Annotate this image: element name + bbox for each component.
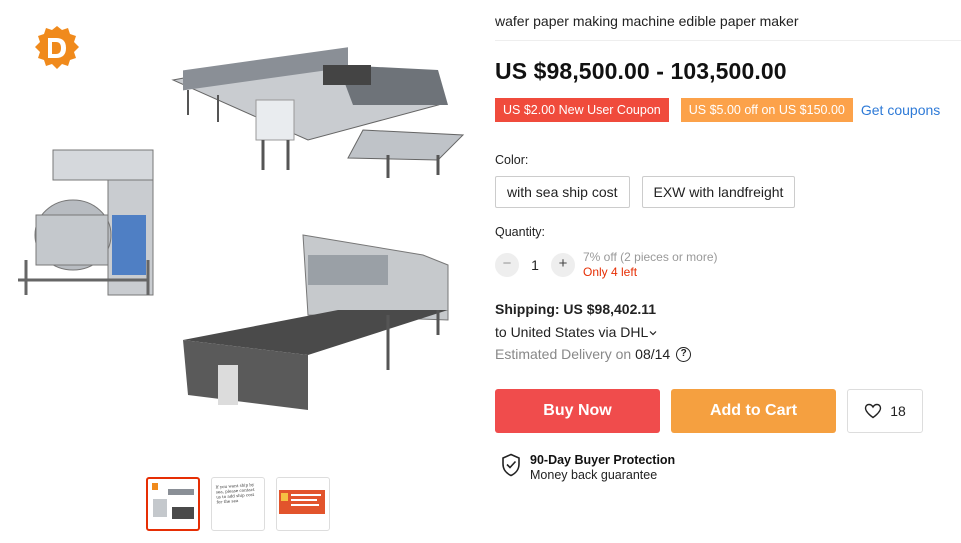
shipping-destination[interactable]: to United States via DHL	[495, 324, 657, 340]
shipping-destination-text: to United States via DHL	[495, 324, 649, 340]
main-product-image[interactable]	[8, 10, 473, 460]
quantity-value[interactable]: 1	[519, 257, 551, 273]
protection-text: 90-Day Buyer Protection Money back guara…	[530, 453, 675, 483]
help-icon[interactable]: ?	[676, 346, 692, 362]
color-option-exw[interactable]: EXW with landfreight	[641, 176, 796, 208]
quantity-decrease-button[interactable]: −	[495, 253, 519, 277]
product-title: wafer paper making machine edible paper …	[495, 13, 799, 29]
image-gallery: If you want ship by sea, please contact …	[0, 0, 480, 543]
add-to-cart-button[interactable]: Add to Cart	[671, 389, 836, 433]
title-divider	[495, 40, 961, 41]
stock-left-text: Only 4 left	[583, 265, 638, 279]
wishlist-button[interactable]: 18	[847, 389, 923, 433]
quantity-stepper: − 1 +	[495, 253, 575, 277]
quantity-label: Quantity:	[495, 225, 546, 239]
thumbnail-strip: If you want ship by sea, please contact …	[146, 477, 330, 531]
wishlist-count: 18	[890, 403, 906, 419]
quantity-info: 7% off (2 pieces or more) Only 4 left	[583, 250, 718, 280]
coupon-discount[interactable]: US $5.00 off on US $150.00	[678, 98, 853, 122]
thumbnail-2-text: If you want ship by sea, please contact …	[215, 481, 255, 505]
buyer-protection: 90-Day Buyer Protection Money back guara…	[501, 453, 675, 483]
thumbnail-1-image	[152, 483, 194, 519]
tunnel-dryer-machine	[183, 234, 449, 410]
shield-check-icon	[502, 453, 520, 477]
get-coupons-link[interactable]: Get coupons	[861, 102, 940, 118]
color-label: Color:	[495, 153, 529, 167]
chevron-down-icon	[649, 331, 657, 336]
thumbnail-1[interactable]	[146, 477, 200, 531]
protection-subtitle: Money back guarantee	[530, 468, 658, 482]
buy-now-button[interactable]: Buy Now	[495, 389, 660, 433]
bulk-discount-text: 7% off (2 pieces or more)	[583, 250, 718, 264]
estimated-delivery: Estimated Delivery on 08/14 ?	[495, 346, 692, 362]
quantity-increase-button[interactable]: +	[551, 253, 575, 277]
brand-logo	[35, 26, 79, 69]
protection-title: 90-Day Buyer Protection	[530, 453, 676, 467]
product-price: US $98,500.00 - 103,500.00	[495, 58, 787, 84]
thumbnail-2[interactable]: If you want ship by sea, please contact …	[211, 477, 265, 531]
production-line-machine	[171, 47, 465, 178]
thumbnail-3[interactable]	[276, 477, 330, 531]
mixer-tank-machine	[18, 149, 154, 296]
estimated-delivery-date: 08/14	[635, 346, 671, 362]
color-option-sea-ship[interactable]: with sea ship cost	[495, 176, 630, 208]
estimated-delivery-label: Estimated Delivery on	[495, 346, 632, 362]
heart-icon	[865, 403, 882, 419]
coupon-new-user[interactable]: US $2.00 New User Coupon	[493, 98, 669, 122]
product-info-panel: wafer paper making machine edible paper …	[493, 0, 961, 543]
purchase-actions: Buy Now Add to Cart 18	[495, 389, 923, 433]
color-options: with sea ship cost EXW with landfreight	[495, 176, 796, 208]
shipping-cost: Shipping: US $98,402.11	[495, 301, 657, 317]
thumbnail-3-image	[277, 478, 327, 528]
coupon-row: US $2.00 New User Coupon US $5.00 off on…	[493, 98, 940, 122]
